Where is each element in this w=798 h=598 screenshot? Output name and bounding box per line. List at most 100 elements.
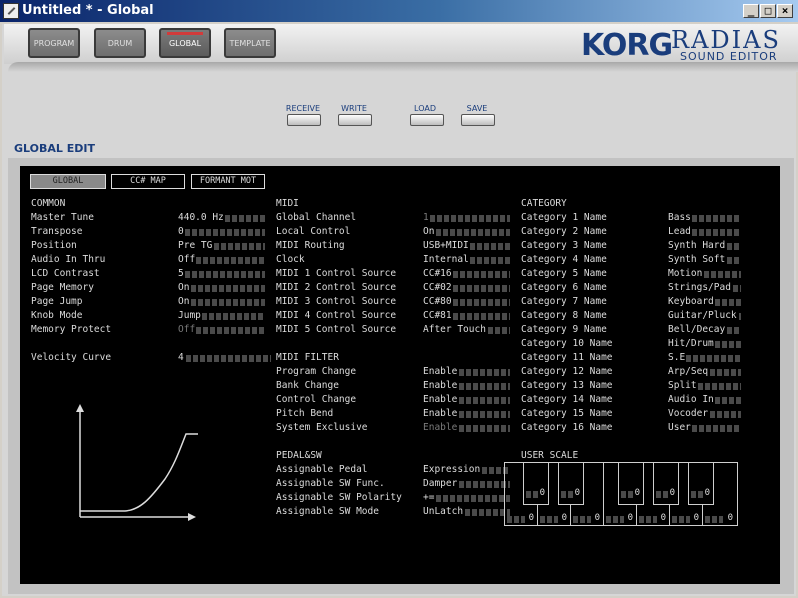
midi-filter-value-bar[interactable] xyxy=(458,411,510,418)
midi-filter-value-bar[interactable] xyxy=(458,425,510,432)
category-value-bar[interactable] xyxy=(715,299,741,306)
common-value-bar[interactable] xyxy=(213,243,265,250)
common-value[interactable]: On xyxy=(178,296,189,307)
user-scale-black-key[interactable]: 0 xyxy=(558,463,584,505)
tab-program[interactable]: PROGRAM xyxy=(28,28,80,58)
category-value[interactable]: Strings/Pad xyxy=(668,282,731,293)
category-value[interactable]: S.E xyxy=(668,352,685,363)
category-value-bar[interactable] xyxy=(709,369,741,376)
category-value-bar[interactable] xyxy=(692,215,741,222)
midi-filter-value[interactable]: Enable xyxy=(423,422,457,433)
pedal-sw-value[interactable]: Expression xyxy=(423,464,480,475)
pedal-sw-value-bar[interactable] xyxy=(435,495,510,502)
category-value[interactable]: Guitar/Pluck xyxy=(668,310,737,321)
category-value-bar[interactable] xyxy=(692,229,741,236)
category-value[interactable]: Lead xyxy=(668,226,691,237)
midi-value-bar[interactable] xyxy=(453,299,510,306)
midi-filter-value-bar[interactable] xyxy=(458,369,510,376)
maximize-button[interactable]: □ xyxy=(760,4,776,18)
category-value-bar[interactable] xyxy=(715,341,741,348)
category-value-bar[interactable] xyxy=(727,327,741,334)
common-value-bar[interactable] xyxy=(225,215,265,222)
category-value-bar[interactable] xyxy=(703,271,741,278)
user-scale-black-key[interactable]: 0 xyxy=(523,463,549,505)
tab-global[interactable]: GLOBAL xyxy=(159,28,211,58)
category-value-bar[interactable] xyxy=(738,313,741,320)
midi-value[interactable]: After Touch xyxy=(423,324,486,335)
category-value-bar[interactable] xyxy=(692,425,741,432)
category-value-bar[interactable] xyxy=(727,257,741,264)
common-value[interactable]: Off xyxy=(178,324,195,335)
user-scale-black-key[interactable]: 0 xyxy=(653,463,679,505)
common-value-bar[interactable] xyxy=(196,327,265,334)
category-value[interactable]: Motion xyxy=(668,268,702,279)
load-button[interactable] xyxy=(410,114,444,126)
common-value-bar[interactable] xyxy=(190,285,265,292)
common-value[interactable]: 440.0 Hz xyxy=(178,212,224,223)
midi-filter-value-bar[interactable] xyxy=(458,397,510,404)
category-value-bar[interactable] xyxy=(727,243,741,250)
midi-value-bar[interactable] xyxy=(470,243,510,250)
category-value[interactable]: Split xyxy=(668,380,697,391)
common-value[interactable]: 0 xyxy=(178,226,184,237)
category-value-bar[interactable] xyxy=(715,397,741,404)
category-value[interactable]: Audio In xyxy=(668,394,714,405)
midi-filter-value[interactable]: Enable xyxy=(423,380,457,391)
midi-value-bar[interactable] xyxy=(470,257,510,264)
midi-value-bar[interactable] xyxy=(453,271,510,278)
pedal-sw-value[interactable]: Damper xyxy=(423,478,457,489)
midi-filter-value-bar[interactable] xyxy=(458,383,510,390)
category-value[interactable]: Bass xyxy=(668,212,691,223)
midi-value[interactable]: CC#80 xyxy=(423,296,452,307)
midi-filter-value[interactable]: Enable xyxy=(423,366,457,377)
category-value-bar[interactable] xyxy=(686,355,741,362)
midi-value-bar[interactable] xyxy=(487,327,510,334)
velocity-curve-value[interactable]: 4 xyxy=(178,352,184,363)
write-button[interactable] xyxy=(338,114,372,126)
category-value[interactable]: Bell/Decay xyxy=(668,324,725,335)
midi-value[interactable]: Internal xyxy=(423,254,469,265)
category-value[interactable]: Keyboard xyxy=(668,296,714,307)
category-value-bar[interactable] xyxy=(732,285,741,292)
pedal-sw-value[interactable]: UnLatch xyxy=(423,506,463,517)
pedal-sw-value-bar[interactable] xyxy=(458,481,510,488)
midi-filter-value[interactable]: Enable xyxy=(423,408,457,419)
category-value[interactable]: Hit/Drum xyxy=(668,338,714,349)
common-value-bar[interactable] xyxy=(202,313,265,320)
category-value-bar[interactable] xyxy=(698,383,741,390)
velocity-curve-bar[interactable] xyxy=(186,355,271,362)
midi-value-bar[interactable] xyxy=(453,285,510,292)
common-value[interactable]: Pre TG xyxy=(178,240,212,251)
pedal-sw-value[interactable]: += xyxy=(423,492,434,503)
midi-value-bar[interactable] xyxy=(435,229,510,236)
midi-value[interactable]: CC#81 xyxy=(423,310,452,321)
receive-button[interactable] xyxy=(287,114,321,126)
midi-filter-value[interactable]: Enable xyxy=(423,394,457,405)
category-value[interactable]: User xyxy=(668,422,691,433)
midi-value[interactable]: CC#16 xyxy=(423,268,452,279)
common-value-bar[interactable] xyxy=(184,271,265,278)
common-value-bar[interactable] xyxy=(196,257,265,264)
midi-value[interactable]: 1 xyxy=(423,212,429,223)
category-value[interactable]: Synth Hard xyxy=(668,240,725,251)
common-value-bar[interactable] xyxy=(190,299,265,306)
midi-value-bar[interactable] xyxy=(429,215,510,222)
common-value[interactable]: Jump xyxy=(178,310,201,321)
close-button[interactable]: × xyxy=(777,4,793,18)
common-value[interactable]: Off xyxy=(178,254,195,265)
user-scale-black-key[interactable]: 0 xyxy=(618,463,644,505)
common-value-bar[interactable] xyxy=(184,229,265,236)
panel-tab-global[interactable]: GLOBAL xyxy=(30,174,106,189)
category-value-bar[interactable] xyxy=(709,411,741,418)
midi-value[interactable]: USB+MIDI xyxy=(423,240,469,251)
user-scale-black-key[interactable]: 0 xyxy=(688,463,714,505)
tab-template[interactable]: TEMPLATE xyxy=(224,28,276,58)
tab-drum[interactable]: DRUM xyxy=(94,28,146,58)
common-value[interactable]: 5 xyxy=(178,268,184,279)
midi-value-bar[interactable] xyxy=(453,313,510,320)
midi-value[interactable]: On xyxy=(423,226,434,237)
panel-tab-cc-map[interactable]: CC# MAP xyxy=(111,174,185,189)
save-button[interactable] xyxy=(461,114,495,126)
common-value[interactable]: On xyxy=(178,282,189,293)
panel-tab-formant-mot[interactable]: FORMANT MOT xyxy=(191,174,265,189)
